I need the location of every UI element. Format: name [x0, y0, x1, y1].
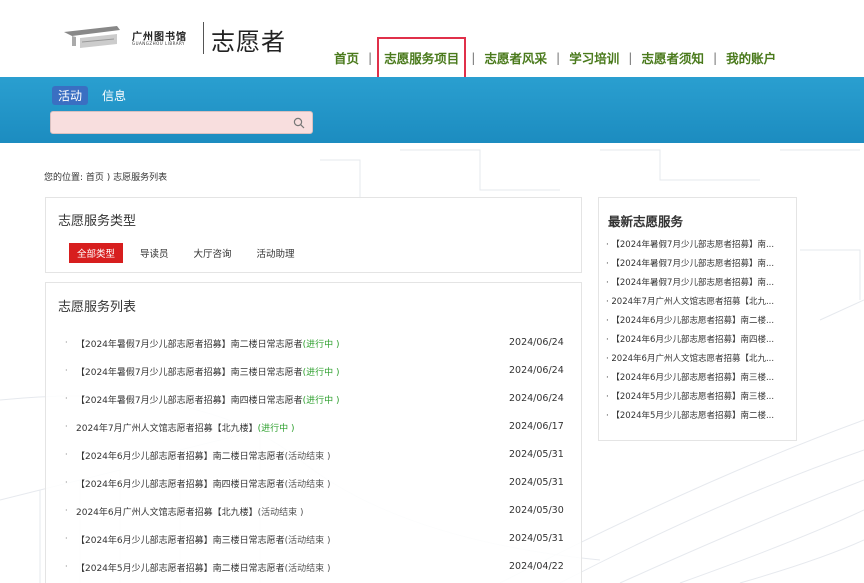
list-item-title-text: 【2024年6月少儿部志愿者招募】南三楼日常志愿者 — [76, 536, 285, 546]
service-list-panel: 志愿服务列表 · 【2024年暑假7月少儿部志愿者招募】南二楼日常志愿者(进行中… — [45, 282, 582, 583]
breadcrumb: 您的位置: 首页 ) 志愿服务列表 — [44, 173, 168, 183]
bullet: · — [65, 478, 68, 487]
list-item-title[interactable]: 【2024年暑假7月少儿部志愿者招募】南三楼日常志愿者(进行中 ) — [76, 365, 340, 378]
list-item[interactable]: · 2024年6月广州人文馆志愿者招募【北九楼】(活动结束 ) 2024/05/… — [46, 503, 581, 519]
status-label: (活动结束 ) — [284, 480, 331, 490]
nav-training[interactable]: 学习培训 — [565, 48, 623, 67]
nav-separator: | — [555, 50, 561, 65]
search-type-tabs: 活动 信息 — [52, 86, 132, 105]
list-item-date: 2024/06/24 — [509, 393, 564, 404]
status-label: (进行中 ) — [257, 424, 295, 434]
list-item[interactable]: · 【2024年暑假7月少儿部志愿者招募】南三楼日常志愿者(进行中 ) 2024… — [46, 363, 581, 379]
service-type-filters: 全部类型 导读员 大厅咨询 活动助理 — [69, 243, 312, 263]
nav-separator: | — [628, 50, 633, 65]
service-type-title: 志愿服务类型 — [58, 214, 137, 229]
list-item-date: 2024/05/31 — [509, 449, 564, 460]
status-label: (活动结束 ) — [284, 452, 331, 462]
list-item-title[interactable]: 【2024年5月少儿部志愿者招募】南二楼日常志愿者(活动结束 ) — [76, 561, 331, 574]
list-item-title[interactable]: 【2024年6月少儿部志愿者招募】南四楼日常志愿者(活动结束 ) — [76, 477, 331, 490]
list-item-title-text: 【2024年5月少儿部志愿者招募】南二楼日常志愿者 — [76, 564, 285, 574]
logo-divider — [203, 22, 204, 54]
list-item-date: 2024/06/24 — [509, 365, 564, 376]
latest-services-title: 最新志愿服务 — [608, 214, 684, 229]
bullet: · — [65, 562, 68, 571]
latest-item[interactable]: · 【2024年6月少儿部志愿者招募】南四楼... — [606, 333, 774, 345]
service-type-panel: 志愿服务类型 全部类型 导读员 大厅咨询 活动助理 — [45, 197, 582, 273]
latest-item[interactable]: · 【2024年5月少儿部志愿者招募】南三楼... — [606, 390, 774, 402]
list-item-date: 2024/06/17 — [509, 421, 564, 432]
search-icon[interactable] — [293, 117, 305, 129]
list-item-date: 2024/06/24 — [509, 337, 564, 348]
search-box — [50, 111, 313, 135]
status-label: (活动结束 ) — [284, 564, 331, 574]
bullet: · — [65, 450, 68, 459]
status-label: (进行中 ) — [302, 396, 340, 406]
bullet: · — [65, 366, 68, 375]
list-item-title[interactable]: 2024年6月广州人文馆志愿者招募【北九楼】(活动结束 ) — [76, 505, 304, 518]
list-item-title[interactable]: 【2024年暑假7月少儿部志愿者招募】南二楼日常志愿者(进行中 ) — [76, 337, 340, 350]
main-nav: 首页 | 志愿服务项目 | 志愿者风采 | 学习培训 | 志愿者须知 | 我的账… — [330, 36, 780, 79]
list-item[interactable]: · 2024年7月广州人文馆志愿者招募【北九楼】(进行中 ) 2024/06/1… — [46, 419, 581, 435]
filter-hall-consulting[interactable]: 大厅咨询 — [186, 243, 240, 263]
list-item-title-text: 【2024年6月少儿部志愿者招募】南四楼日常志愿者 — [76, 480, 285, 490]
bullet: · — [65, 506, 68, 515]
tab-activities[interactable]: 活动 — [52, 86, 89, 105]
status-label: (进行中 ) — [302, 368, 340, 378]
site-title: 志愿者 — [211, 28, 286, 56]
bullet: · — [65, 394, 68, 403]
nav-my-account[interactable]: 我的账户 — [722, 48, 780, 67]
status-label: (进行中 ) — [302, 340, 340, 350]
list-item[interactable]: · 【2024年6月少儿部志愿者招募】南二楼日常志愿者(活动结束 ) 2024/… — [46, 447, 581, 463]
nav-separator: | — [712, 50, 718, 65]
nav-separator: | — [368, 50, 373, 65]
filter-guide-reader[interactable]: 导读员 — [132, 243, 177, 263]
nav-separator: | — [471, 50, 476, 65]
list-item-date: 2024/05/31 — [509, 533, 564, 544]
logo-english-text: GUANGZHOU LIBRARY — [132, 41, 185, 46]
latest-item[interactable]: · 【2024年5月少儿部志愿者招募】南二楼... — [606, 409, 774, 421]
list-item[interactable]: · 【2024年6月少儿部志愿者招募】南三楼日常志愿者(活动结束 ) 2024/… — [46, 531, 581, 547]
latest-item[interactable]: · 【2024年6月少儿部志愿者招募】南二楼... — [606, 314, 774, 326]
list-item[interactable]: · 【2024年6月少儿部志愿者招募】南四楼日常志愿者(活动结束 ) 2024/… — [46, 475, 581, 491]
search-input[interactable] — [51, 113, 312, 135]
status-label: (活动结束 ) — [284, 536, 331, 546]
nav-home[interactable]: 首页 — [330, 48, 363, 67]
filter-event-assistant[interactable]: 活动助理 — [249, 243, 303, 263]
list-item-title-text: 【2024年暑假7月少儿部志愿者招募】南二楼日常志愿者 — [76, 340, 303, 350]
latest-item[interactable]: · 2024年6月广州人文馆志愿者招募【北九... — [606, 352, 774, 364]
list-item-title[interactable]: 【2024年6月少儿部志愿者招募】南三楼日常志愿者(活动结束 ) — [76, 533, 331, 546]
bullet: · — [65, 338, 68, 347]
library-logo[interactable]: 广州图书馆 GUANGZHOU LIBRARY — [62, 22, 207, 58]
list-item-title[interactable]: 【2024年6月少儿部志愿者招募】南二楼日常志愿者(活动结束 ) — [76, 449, 331, 462]
latest-services-panel: 最新志愿服务 · 【2024年暑假7月少儿部志愿者招募】南... · 【2024… — [598, 197, 797, 441]
tab-information[interactable]: 信息 — [96, 86, 132, 105]
bullet: · — [65, 534, 68, 543]
list-item-date: 2024/05/30 — [509, 505, 564, 516]
list-item[interactable]: · 【2024年暑假7月少儿部志愿者招募】南四楼日常志愿者(进行中 ) 2024… — [46, 391, 581, 407]
list-item-title[interactable]: 【2024年暑假7月少儿部志愿者招募】南四楼日常志愿者(进行中 ) — [76, 393, 340, 406]
filter-all-types[interactable]: 全部类型 — [69, 243, 124, 263]
list-item-title-text: 2024年7月广州人文馆志愿者招募【北九楼】 — [76, 424, 258, 434]
list-item-title-text: 2024年6月广州人文馆志愿者招募【北九楼】 — [76, 508, 258, 518]
list-item[interactable]: · 【2024年暑假7月少儿部志愿者招募】南二楼日常志愿者(进行中 ) 2024… — [46, 335, 581, 351]
nav-volunteer-showcase[interactable]: 志愿者风采 — [480, 48, 551, 67]
site-header: 广州图书馆 GUANGZHOU LIBRARY 志愿者 首页 | 志愿服务项目 … — [0, 0, 864, 79]
list-item-title-text: 【2024年暑假7月少儿部志愿者招募】南四楼日常志愿者 — [76, 396, 303, 406]
latest-item[interactable]: · 【2024年6月少儿部志愿者招募】南三楼... — [606, 371, 774, 383]
latest-item[interactable]: · 【2024年暑假7月少儿部志愿者招募】南... — [606, 238, 774, 250]
nav-volunteer-guidelines[interactable]: 志愿者须知 — [637, 48, 708, 67]
bullet: · — [65, 422, 68, 431]
list-item[interactable]: · 【2024年5月少儿部志愿者招募】南二楼日常志愿者(活动结束 ) 2024/… — [46, 559, 581, 575]
latest-item[interactable]: · 【2024年暑假7月少儿部志愿者招募】南... — [606, 276, 774, 288]
nav-volunteer-projects[interactable]: 志愿服务项目 — [377, 36, 467, 79]
latest-item[interactable]: · 【2024年暑假7月少儿部志愿者招募】南... — [606, 257, 774, 269]
list-item-date: 2024/05/31 — [509, 477, 564, 488]
list-item-title[interactable]: 2024年7月广州人文馆志愿者招募【北九楼】(进行中 ) — [76, 421, 295, 434]
status-label: (活动结束 ) — [257, 508, 304, 518]
latest-item[interactable]: · 2024年7月广州人文馆志愿者招募【北九... — [606, 295, 774, 307]
list-item-title-text: 【2024年6月少儿部志愿者招募】南二楼日常志愿者 — [76, 452, 285, 462]
list-item-title-text: 【2024年暑假7月少儿部志愿者招募】南三楼日常志愿者 — [76, 368, 303, 378]
service-list-title: 志愿服务列表 — [58, 300, 137, 315]
list-item-date: 2024/04/22 — [509, 561, 564, 572]
